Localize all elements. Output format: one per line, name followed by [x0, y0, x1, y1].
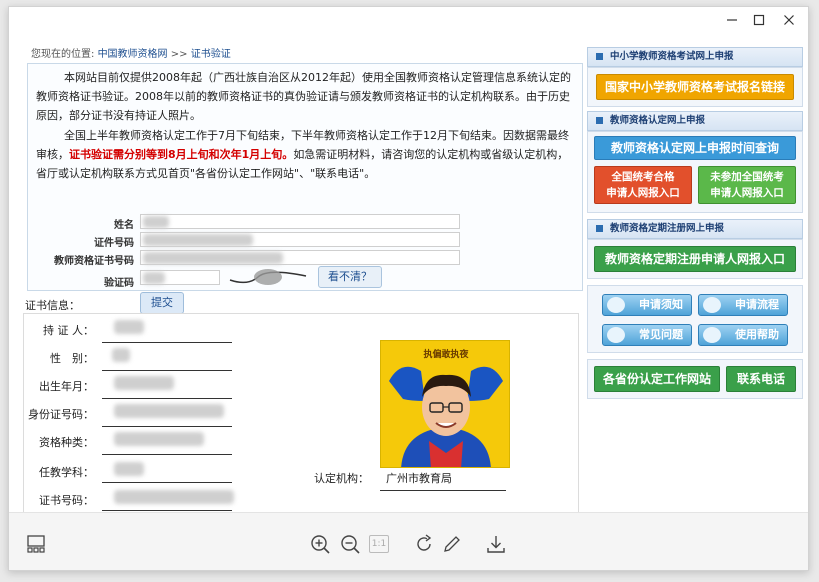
breadcrumb-home-link[interactable]: 中国教师资格网	[98, 49, 168, 60]
gender-value-redacted	[112, 348, 130, 362]
cert-info-title: 证书信息：	[25, 299, 80, 312]
province-sites-link[interactable]: 各省份认定工作网站	[594, 366, 720, 392]
help-label: 使用帮助	[735, 328, 779, 341]
not-passed-applicant-link[interactable]: 未参加全国统考 申请人网报入口	[698, 166, 796, 204]
subject-label: 任教学科：	[39, 466, 94, 479]
birth-value-redacted	[114, 376, 174, 390]
sidebar-panel-links: 各省份认定工作网站 联系电话	[587, 359, 803, 399]
contact-link[interactable]: 联系电话	[726, 366, 796, 392]
birth-underline	[102, 398, 232, 399]
exam-registration-link[interactable]: 国家中小学教师资格考试报名链接	[596, 74, 794, 100]
registration-link[interactable]: 教师资格定期注册申请人网报入口	[594, 246, 796, 272]
passed-applicant-link[interactable]: 全国统考合格 申请人网报入口	[594, 166, 692, 204]
time-query-link[interactable]: 教师资格认定网上申报时间查询	[594, 136, 796, 160]
holder-underline	[102, 342, 232, 343]
photo-caption: 执偏敢执夜	[423, 350, 469, 360]
cert-number-label: 证件号码	[94, 238, 134, 249]
subject-underline	[102, 482, 232, 483]
cert-no-underline	[102, 510, 232, 511]
question-icon	[607, 327, 625, 343]
holder-label: 持 证 人：	[43, 324, 94, 337]
zoom-out-icon[interactable]	[339, 533, 361, 555]
help-icon	[703, 327, 721, 343]
type-label: 资格种类：	[39, 436, 94, 449]
cert-no-value-redacted	[114, 490, 234, 504]
process-label: 申请流程	[735, 298, 779, 311]
teacher-cert-label: 教师资格证书号码	[54, 256, 134, 267]
megaphone-icon	[607, 297, 625, 313]
captcha-input[interactable]	[140, 270, 220, 285]
breadcrumb-current: 证书验证	[190, 49, 231, 60]
authority-underline	[380, 490, 506, 491]
screenshot-image: 您现在的位置: 中国教师资格网 >> 证书验证 本网站目前仅提供2008年起（广…	[9, 37, 808, 512]
maximize-icon[interactable]	[745, 12, 773, 32]
gender-underline	[102, 370, 232, 371]
id-label: 身份证号码：	[28, 408, 94, 421]
application-notice-button[interactable]: 申请须知	[602, 294, 692, 316]
breadcrumb-separator: >>	[170, 49, 188, 60]
cert-number-input[interactable]	[140, 232, 460, 247]
person-portrait	[389, 366, 503, 467]
type-value-redacted	[114, 432, 204, 446]
sidebar-section-cert: 教师资格认定网上申报	[587, 111, 803, 131]
gallery-icon[interactable]	[25, 533, 47, 555]
rotate-icon[interactable]	[413, 533, 435, 555]
sidebar-panel-registration: 教师资格定期注册申请人网报入口	[587, 239, 803, 279]
sidebar-section-registration: 教师资格定期注册网上申报	[587, 219, 803, 239]
cert-no-label: 证书号码：	[39, 494, 94, 507]
download-icon[interactable]	[485, 533, 507, 555]
notpassed-line1: 未参加全国统考	[710, 171, 784, 183]
id-value-redacted	[114, 404, 224, 418]
edit-icon[interactable]	[441, 533, 463, 555]
intro-p2-warning: 证书验证需分别等到8月上旬和次年1月上旬。	[69, 148, 294, 161]
intro-paragraph-1: 本网站目前仅提供2008年起（广西壮族自治区从2012年起）使用全国教师资格认定…	[36, 71, 571, 122]
breadcrumb-prefix: 您现在的位置:	[31, 49, 95, 60]
subject-value-redacted	[114, 462, 144, 476]
sidebar-section-exam: 中小学教师资格考试网上申报	[587, 47, 803, 67]
name-input[interactable]	[140, 214, 460, 229]
gear-icon	[703, 297, 721, 313]
refresh-captcha-button[interactable]: 看不清？	[318, 266, 382, 288]
title-bar	[9, 7, 808, 37]
sidebar-panel-exam: 国家中小学教师资格考试报名链接	[587, 67, 803, 107]
close-icon[interactable]	[775, 12, 803, 32]
faq-label: 常见问题	[639, 328, 683, 341]
image-viewer-window: 您现在的位置: 中国教师资格网 >> 证书验证 本网站目前仅提供2008年起（广…	[8, 6, 809, 571]
authority-label: 认定机构：	[314, 472, 369, 485]
name-label: 姓名	[114, 220, 134, 231]
sidebar-panel-help: 申请须知 申请流程 常见问题 使用帮助	[587, 285, 803, 353]
holder-photo: 执偏敢执夜	[380, 340, 510, 468]
viewer-toolbar: 1:1	[9, 512, 808, 570]
captcha-label: 验证码	[104, 278, 134, 289]
minimize-icon[interactable]	[718, 12, 746, 32]
gender-label: 性 别：	[50, 352, 94, 365]
passed-line2: 申请人网报入口	[606, 187, 680, 199]
verification-panel: 本网站目前仅提供2008年起（广西壮族自治区从2012年起）使用全国教师资格认定…	[27, 63, 583, 314]
birth-label: 出生年月：	[39, 380, 94, 393]
id-underline	[102, 426, 232, 427]
teacher-cert-input[interactable]	[140, 250, 460, 265]
notpassed-line2: 申请人网报入口	[710, 187, 784, 199]
authority-value: 广州市教育局	[386, 472, 452, 485]
notice-label: 申请须知	[639, 298, 683, 311]
holder-value-redacted	[114, 320, 144, 334]
help-button[interactable]: 使用帮助	[698, 324, 788, 346]
passed-line1: 全国统考合格	[611, 171, 675, 183]
faq-button[interactable]: 常见问题	[602, 324, 692, 346]
application-process-button[interactable]: 申请流程	[698, 294, 788, 316]
type-underline	[102, 454, 232, 455]
captcha-image	[228, 266, 308, 288]
submit-button[interactable]: 提交	[140, 292, 184, 314]
actual-size-icon[interactable]: 1:1	[369, 535, 389, 553]
breadcrumb: 您现在的位置: 中国教师资格网 >> 证书验证	[31, 45, 231, 60]
cert-info-panel: 持 证 人： 性 别： 出生年月： 身份证号码： 资格种类： 任教学科： 证书号…	[23, 313, 579, 512]
zoom-in-icon[interactable]	[309, 533, 331, 555]
sidebar-panel-cert: 教师资格认定网上申报时间查询 全国统考合格 申请人网报入口 未参加全国统考 申请…	[587, 131, 803, 213]
intro-paragraph-2: 全国上半年教师资格认定工作于7月下旬结束，下半年教师资格认定工作于12月下旬结束…	[36, 126, 574, 183]
